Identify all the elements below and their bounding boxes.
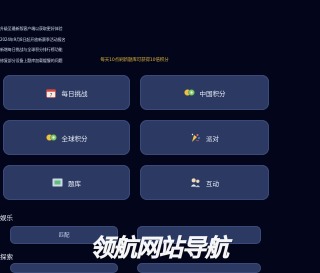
card-label: 互动: [206, 179, 219, 188]
card-label: 中国积分: [199, 89, 226, 98]
daily-challenge-card[interactable]: 7 每日挑战: [3, 75, 130, 110]
card-label: 派对: [206, 134, 219, 143]
notice-line: 升级至最新版客户端以获取更好体验: [0, 26, 63, 31]
explore-section-title: 探索: [0, 253, 13, 261]
notice-line: 新增每日挑战与全球积分排行榜功能: [0, 47, 63, 52]
party-card[interactable]: 派对: [140, 120, 269, 155]
globe-coin-icon: [45, 133, 57, 143]
interaction-icon: [190, 178, 201, 188]
entertainment-section-title: 娱乐: [0, 214, 13, 222]
svg-text:7: 7: [50, 92, 53, 97]
global-points-card[interactable]: 全球积分: [3, 120, 130, 155]
explore-option-button[interactable]: [10, 263, 118, 273]
card-label: 每日挑战: [61, 89, 88, 98]
card-label: 全球积分: [61, 134, 88, 143]
china-points-card[interactable]: 中国积分: [140, 75, 269, 110]
party-icon: [190, 133, 201, 143]
promo-banner-text[interactable]: 每天10点刷新题库可获得10倍积分: [0, 57, 269, 63]
site-watermark: 领航网站导航: [90, 234, 230, 263]
interaction-card[interactable]: 互动: [140, 165, 269, 200]
question-bank-icon: [52, 178, 63, 188]
question-bank-card[interactable]: 题库: [3, 165, 130, 200]
card-label: 题库: [68, 179, 81, 188]
notice-line: 2024年9月8日起开放新赛季活动报名: [0, 36, 66, 42]
calendar-icon: 7: [46, 88, 57, 98]
coin-icon: [183, 88, 195, 98]
explore-option-button[interactable]: [137, 263, 261, 273]
